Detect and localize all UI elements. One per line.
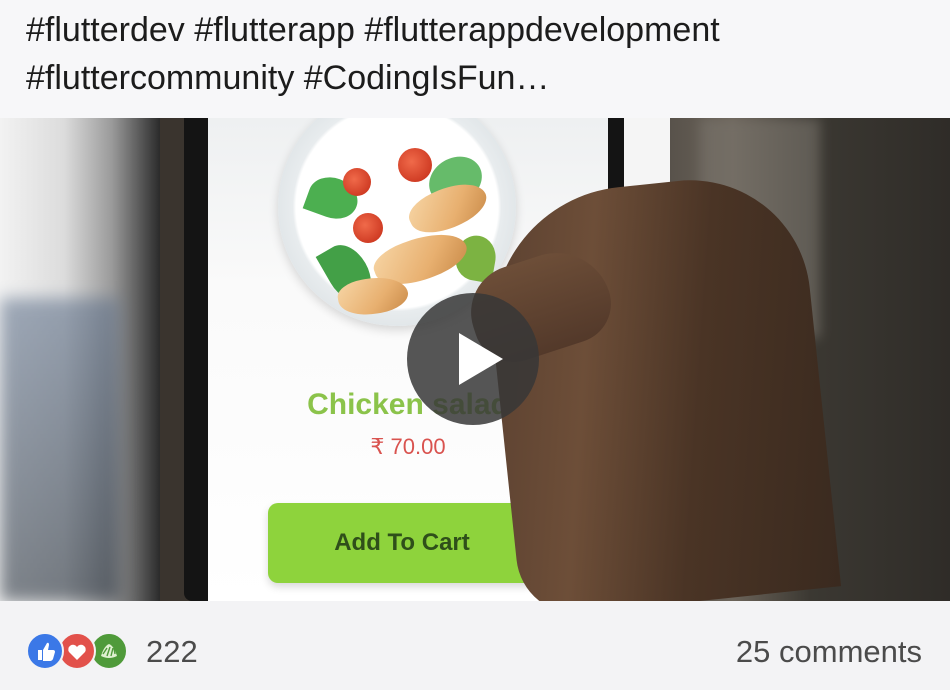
video-background-blur xyxy=(0,298,120,601)
add-to-cart-button: Add To Cart xyxy=(268,503,536,583)
caption-text: #flutterdev #flutterapp #flutterappdevel… xyxy=(26,11,720,97)
tomato-slice xyxy=(398,148,432,182)
tomato-slice xyxy=(353,213,383,243)
video-player[interactable]: Chicken salad ₹ 70.00 Add To Cart xyxy=(0,118,950,601)
like-icon xyxy=(26,632,64,670)
play-icon xyxy=(459,333,503,385)
post-caption[interactable]: #flutterdev #flutterapp #flutterappdevel… xyxy=(0,0,950,118)
play-button[interactable] xyxy=(407,293,539,425)
reaction-icons[interactable] xyxy=(26,632,136,672)
reaction-count[interactable]: 222 xyxy=(146,634,198,670)
tomato-slice xyxy=(343,168,371,196)
comments-link[interactable]: 25 comments xyxy=(736,634,922,670)
